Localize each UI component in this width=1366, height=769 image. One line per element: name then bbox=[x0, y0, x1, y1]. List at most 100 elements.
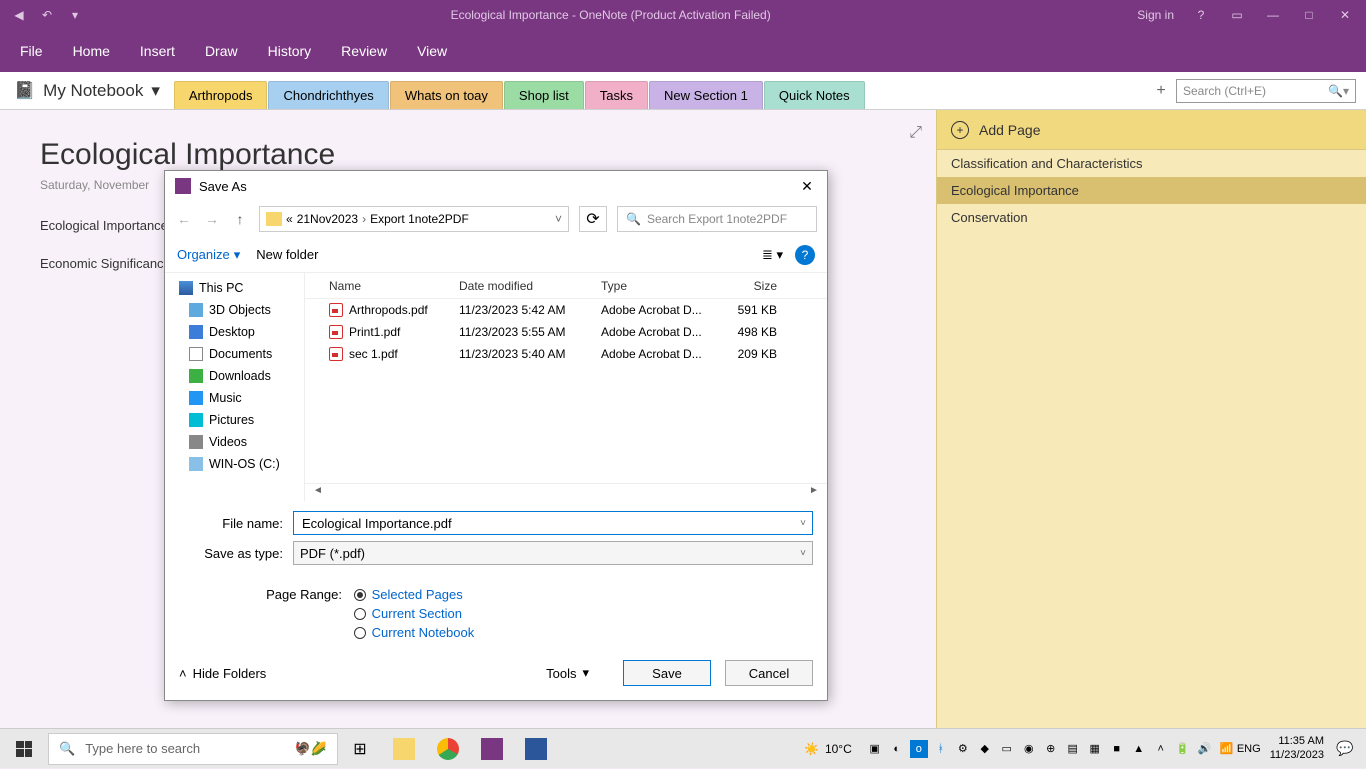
folder-tree[interactable]: This PC3D ObjectsDesktopDocumentsDownloa… bbox=[165, 273, 305, 501]
task-view-icon[interactable]: ⊞ bbox=[338, 729, 382, 769]
nav-up-icon[interactable]: ↑ bbox=[231, 211, 249, 227]
col-size[interactable]: Size bbox=[713, 279, 783, 293]
ribbon-options-icon[interactable]: ▭ bbox=[1228, 6, 1246, 24]
radio-selected-pages[interactable]: Selected Pages bbox=[354, 587, 475, 602]
onenote-taskbar-icon[interactable] bbox=[470, 729, 514, 769]
file-row[interactable]: Print1.pdf11/23/2023 5:55 AMAdobe Acroba… bbox=[305, 321, 827, 343]
tree-item[interactable]: Pictures bbox=[165, 409, 304, 431]
tray-icon[interactable]: ▭ bbox=[998, 740, 1016, 758]
tray-icon[interactable]: ▦ bbox=[1086, 740, 1104, 758]
section-tab[interactable]: New Section 1 bbox=[649, 81, 763, 109]
maximize-icon[interactable]: □ bbox=[1300, 6, 1318, 24]
back-icon[interactable]: ◀ bbox=[10, 6, 28, 24]
help-icon[interactable]: ? bbox=[795, 245, 815, 265]
page-list-item[interactable]: Ecological Importance bbox=[937, 177, 1366, 204]
file-explorer-icon[interactable] bbox=[382, 729, 426, 769]
tray-icon[interactable]: ▤ bbox=[1064, 740, 1082, 758]
nav-back-icon[interactable]: ← bbox=[175, 211, 193, 227]
search-input[interactable]: Search (Ctrl+E) 🔍 ▾ bbox=[1176, 79, 1356, 103]
page-list-item[interactable]: Classification and Characteristics bbox=[937, 150, 1366, 177]
qat-dropdown-icon[interactable]: ▾ bbox=[66, 6, 84, 24]
tray-icon[interactable]: ◆ bbox=[976, 740, 994, 758]
page-title[interactable]: Ecological Importance bbox=[40, 138, 896, 172]
add-section-button[interactable]: + bbox=[1146, 82, 1176, 100]
language-indicator[interactable]: ENG bbox=[1240, 740, 1258, 758]
chevron-down-icon[interactable]: ˅ bbox=[800, 518, 806, 529]
add-page-button[interactable]: + Add Page bbox=[937, 110, 1366, 150]
horizontal-scrollbar[interactable]: ◄ ► bbox=[305, 483, 827, 497]
dialog-search-input[interactable]: 🔍 Search Export 1note2PDF bbox=[617, 206, 817, 232]
tray-icon[interactable]: ■ bbox=[1108, 740, 1126, 758]
path-segment[interactable]: Export 1note2PDF bbox=[370, 212, 469, 226]
file-list-header[interactable]: Name Date modified Type Size bbox=[305, 273, 827, 299]
ribbon-tab-review[interactable]: Review bbox=[341, 43, 387, 59]
tray-icon[interactable]: ◐ bbox=[888, 740, 906, 758]
undo-icon[interactable]: ↶ bbox=[38, 6, 56, 24]
section-tab[interactable]: Quick Notes bbox=[764, 81, 865, 109]
tray-icon[interactable]: o bbox=[910, 740, 928, 758]
filename-input[interactable]: Ecological Importance.pdf ˅ bbox=[293, 511, 813, 535]
savetype-combo[interactable]: PDF (*.pdf) ˅ bbox=[293, 541, 813, 565]
section-tab[interactable]: Arthropods bbox=[174, 81, 268, 109]
wifi-icon[interactable]: 📶 bbox=[1218, 740, 1236, 758]
close-dialog-icon[interactable]: ✕ bbox=[797, 178, 817, 195]
battery-icon[interactable]: 🔋 bbox=[1174, 740, 1192, 758]
save-button[interactable]: Save bbox=[623, 660, 711, 686]
chevron-up-icon[interactable]: ˄ bbox=[1152, 740, 1170, 758]
organize-dropdown[interactable]: Organize ▾ bbox=[177, 247, 240, 263]
page-list-item[interactable]: Conservation bbox=[937, 204, 1366, 231]
ribbon-tab-home[interactable]: Home bbox=[73, 43, 110, 59]
refresh-button[interactable]: ⟳ bbox=[579, 206, 607, 232]
tray-icon[interactable]: ▣ bbox=[866, 740, 884, 758]
ribbon-tab-view[interactable]: View bbox=[417, 43, 447, 59]
col-type[interactable]: Type bbox=[595, 279, 713, 293]
close-window-icon[interactable]: ✕ bbox=[1336, 6, 1354, 24]
new-folder-button[interactable]: New folder bbox=[256, 247, 318, 262]
clock[interactable]: 11:35 AM 11/23/2023 bbox=[1262, 735, 1332, 761]
tree-item[interactable]: 3D Objects bbox=[165, 299, 304, 321]
bluetooth-icon[interactable]: ᚼ bbox=[932, 740, 950, 758]
dialog-titlebar[interactable]: Save As ✕ bbox=[165, 171, 827, 201]
tray-icon[interactable]: ◉ bbox=[1020, 740, 1038, 758]
address-bar[interactable]: « 21Nov2023 › Export 1note2PDF ˅ bbox=[259, 206, 569, 232]
tree-item[interactable]: Videos bbox=[165, 431, 304, 453]
tree-item[interactable]: This PC bbox=[165, 277, 304, 299]
file-row[interactable]: sec 1.pdf11/23/2023 5:40 AMAdobe Acrobat… bbox=[305, 343, 827, 365]
chevron-down-icon[interactable]: ˅ bbox=[800, 548, 806, 559]
view-options-icon[interactable]: ≣ ▾ bbox=[762, 247, 783, 263]
notifications-icon[interactable]: 💬 bbox=[1336, 740, 1360, 757]
tree-item[interactable]: Music bbox=[165, 387, 304, 409]
tray-icon[interactable]: ▲ bbox=[1130, 740, 1148, 758]
nav-forward-icon[interactable]: → bbox=[203, 211, 221, 227]
notebook-selector[interactable]: 📓 My Notebook ▾ bbox=[0, 81, 174, 101]
minimize-icon[interactable]: — bbox=[1264, 6, 1282, 24]
hide-folders-toggle[interactable]: ˄ Hide Folders bbox=[179, 666, 266, 681]
section-tab[interactable]: Shop list bbox=[504, 81, 584, 109]
file-row[interactable]: Arthropods.pdf11/23/2023 5:42 AMAdobe Ac… bbox=[305, 299, 827, 321]
tree-item[interactable]: Desktop bbox=[165, 321, 304, 343]
radio-current-notebook[interactable]: Current Notebook bbox=[354, 625, 475, 640]
expand-icon[interactable]: ⤢ bbox=[909, 124, 922, 142]
col-name[interactable]: Name bbox=[305, 279, 453, 293]
section-tab[interactable]: Chondrichthyes bbox=[268, 81, 388, 109]
weather-widget[interactable]: ☀️ 10°C bbox=[804, 742, 852, 756]
search-dropdown-icon[interactable]: ▾ bbox=[1343, 84, 1349, 98]
tray-icon[interactable]: ⊕ bbox=[1042, 740, 1060, 758]
volume-icon[interactable]: 🔊 bbox=[1196, 740, 1214, 758]
ribbon-tab-history[interactable]: History bbox=[268, 43, 312, 59]
col-date[interactable]: Date modified bbox=[453, 279, 595, 293]
path-segment[interactable]: 21Nov2023 bbox=[297, 212, 358, 226]
cancel-button[interactable]: Cancel bbox=[725, 660, 813, 686]
scroll-left-icon[interactable]: ◄ bbox=[311, 485, 325, 496]
tray-icon[interactable]: ⚙ bbox=[954, 740, 972, 758]
word-taskbar-icon[interactable] bbox=[514, 729, 558, 769]
tools-dropdown[interactable]: Tools ▾ bbox=[546, 665, 589, 681]
chrome-icon[interactable] bbox=[426, 729, 470, 769]
start-button[interactable] bbox=[0, 729, 48, 768]
tree-item[interactable]: WIN-OS (C:) bbox=[165, 453, 304, 475]
tree-item[interactable]: Downloads bbox=[165, 365, 304, 387]
ribbon-tab-insert[interactable]: Insert bbox=[140, 43, 175, 59]
sign-in-link[interactable]: Sign in bbox=[1137, 8, 1174, 22]
help-icon[interactable]: ? bbox=[1192, 6, 1210, 24]
tree-item[interactable]: Documents bbox=[165, 343, 304, 365]
